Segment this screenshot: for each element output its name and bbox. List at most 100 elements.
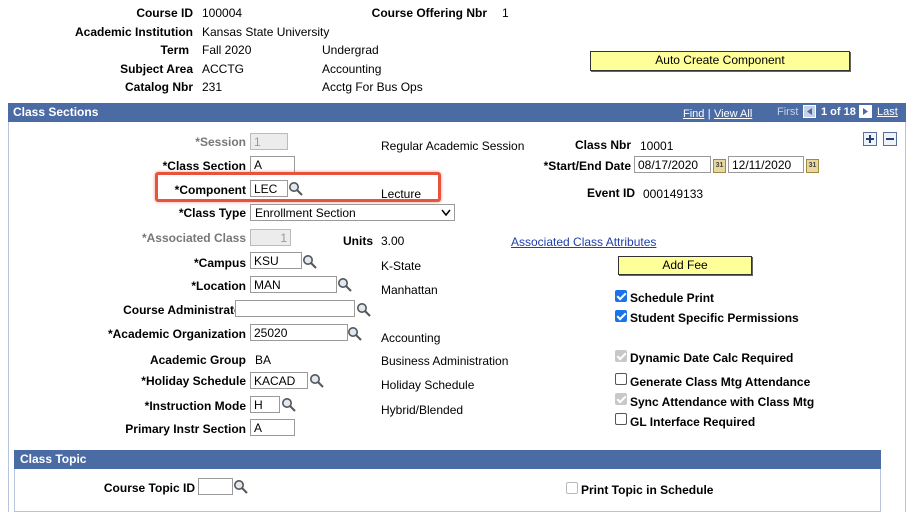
units-value: 3.00 (381, 234, 405, 248)
gl-interface-checkbox[interactable] (615, 413, 627, 425)
class-type-select[interactable]: Enrollment Section (250, 204, 455, 221)
row-counter: 1 of 18 (821, 106, 856, 118)
generate-attendance-checkbox[interactable] (615, 373, 627, 385)
course-admin-label: Course Administrator (123, 303, 246, 317)
academic-org-label: *Academic Organization (107, 327, 246, 341)
student-permissions-checkbox[interactable] (615, 310, 627, 322)
session-desc: Regular Academic Session (381, 139, 525, 153)
nav-separator: | (707, 108, 711, 120)
class-nbr-label: Class Nbr (574, 138, 631, 152)
session-label: *Session (195, 135, 246, 149)
associated-class-label: *Associated Class (141, 231, 246, 245)
course-topic-field[interactable] (198, 478, 233, 495)
generate-attendance-label: Generate Class Mtg Attendance (630, 375, 811, 389)
course-topic-label: Course Topic ID (103, 481, 195, 495)
end-date-field[interactable] (728, 156, 804, 173)
course-offering-label: Course Offering Nbr (371, 6, 487, 20)
location-desc: Manhattan (381, 283, 438, 297)
last-link[interactable]: Last (877, 106, 898, 118)
chevron-down-icon (441, 209, 451, 217)
class-topic-title: Class Topic (20, 452, 87, 466)
class-type-value: Enrollment Section (255, 206, 356, 220)
class-sections-header: Class Sections (8, 103, 906, 122)
holiday-schedule-label: *Holiday Schedule (141, 374, 246, 388)
class-section-field[interactable] (250, 156, 295, 173)
student-permissions-label: Student Specific Permissions (630, 311, 799, 325)
academic-group-label: Academic Group (149, 353, 246, 367)
associated-class-attributes-link[interactable]: Associated Class Attributes (511, 235, 656, 249)
academic-group-value: BA (255, 353, 272, 367)
next-arrow-icon[interactable] (859, 105, 872, 118)
course-offering-value: 1 (502, 6, 509, 20)
class-sections-nav: Find | View All (683, 106, 752, 120)
institution-value: Kansas State University (202, 25, 330, 39)
institution-label: Academic Institution (74, 25, 193, 39)
schedule-print-checkbox[interactable] (615, 290, 627, 302)
campus-label: *Campus (193, 256, 246, 270)
instruction-mode-lookup-icon[interactable] (281, 397, 297, 413)
academic-org-field[interactable] (250, 324, 348, 341)
first-link[interactable]: First (777, 106, 798, 118)
academic-org-lookup-icon[interactable] (347, 326, 363, 342)
units-label: Units (343, 234, 373, 248)
course-id-label: Course ID (136, 6, 193, 20)
holiday-schedule-desc: Holiday Schedule (381, 378, 475, 392)
component-field[interactable] (250, 180, 288, 197)
add-fee-button[interactable]: Add Fee (618, 256, 752, 275)
find-link[interactable]: Find (683, 108, 704, 120)
holiday-schedule-field[interactable] (250, 372, 308, 389)
location-lookup-icon[interactable] (337, 277, 353, 293)
prev-arrow-icon[interactable] (803, 105, 816, 118)
subject-value: ACCTG (202, 62, 244, 76)
sync-attendance-label: Sync Attendance with Class Mtg (630, 395, 815, 409)
location-label: *Location (191, 279, 246, 293)
class-nbr-value: 10001 (640, 139, 674, 153)
term-label: Term (160, 43, 189, 57)
instruction-mode-label: *Instruction Mode (144, 399, 246, 413)
instruction-mode-field[interactable] (250, 396, 280, 413)
campus-desc: K-State (381, 259, 422, 273)
academic-org-desc: Accounting (381, 331, 441, 345)
component-label: *Component (174, 183, 246, 197)
course-id-value: 100004 (202, 6, 243, 20)
academic-group-desc: Business Administration (381, 354, 509, 368)
dynamic-date-label: Dynamic Date Calc Required (630, 351, 794, 365)
print-topic-label: Print Topic in Schedule (581, 483, 714, 497)
catalog-desc: Acctg For Bus Ops (322, 80, 423, 94)
term-career: Undergrad (322, 43, 379, 57)
subject-label: Subject Area (120, 62, 193, 76)
course-admin-field[interactable] (235, 300, 355, 317)
catalog-label: Catalog Nbr (124, 80, 193, 94)
course-topic-lookup-icon[interactable] (233, 479, 249, 495)
class-type-label: *Class Type (178, 206, 246, 220)
start-date-field[interactable] (634, 156, 711, 173)
add-row-button[interactable] (863, 132, 877, 146)
dynamic-date-checkbox (615, 350, 627, 362)
class-section-label: *Class Section (162, 159, 246, 173)
campus-field[interactable] (250, 252, 302, 269)
instruction-mode-desc: Hybrid/Blended (381, 403, 464, 417)
course-admin-lookup-icon[interactable] (356, 302, 372, 318)
delete-row-button[interactable] (883, 132, 897, 146)
event-id-value: 000149133 (643, 187, 704, 201)
holiday-lookup-icon[interactable] (309, 373, 325, 389)
print-topic-checkbox (566, 482, 578, 494)
end-date-calendar-icon[interactable]: 31 (806, 159, 819, 173)
class-topic-header: Class Topic (14, 450, 881, 469)
primary-instr-field[interactable] (250, 419, 295, 436)
component-desc: Lecture (381, 187, 422, 201)
class-sections-title: Class Sections (13, 105, 99, 119)
sync-attendance-checkbox (615, 393, 627, 405)
view-all-link[interactable]: View All (714, 108, 752, 120)
associated-class-field (250, 229, 291, 246)
event-id-label: Event ID (586, 186, 635, 200)
campus-lookup-icon[interactable] (302, 254, 318, 270)
start-date-calendar-icon[interactable]: 31 (713, 159, 726, 173)
subject-desc: Accounting (322, 62, 382, 76)
schedule-print-label: Schedule Print (630, 291, 715, 305)
location-field[interactable] (250, 276, 337, 293)
term-value: Fall 2020 (202, 43, 252, 57)
primary-instr-label: Primary Instr Section (125, 422, 246, 436)
component-lookup-icon[interactable] (288, 181, 304, 197)
auto-create-component-button[interactable]: Auto Create Component (590, 51, 850, 71)
